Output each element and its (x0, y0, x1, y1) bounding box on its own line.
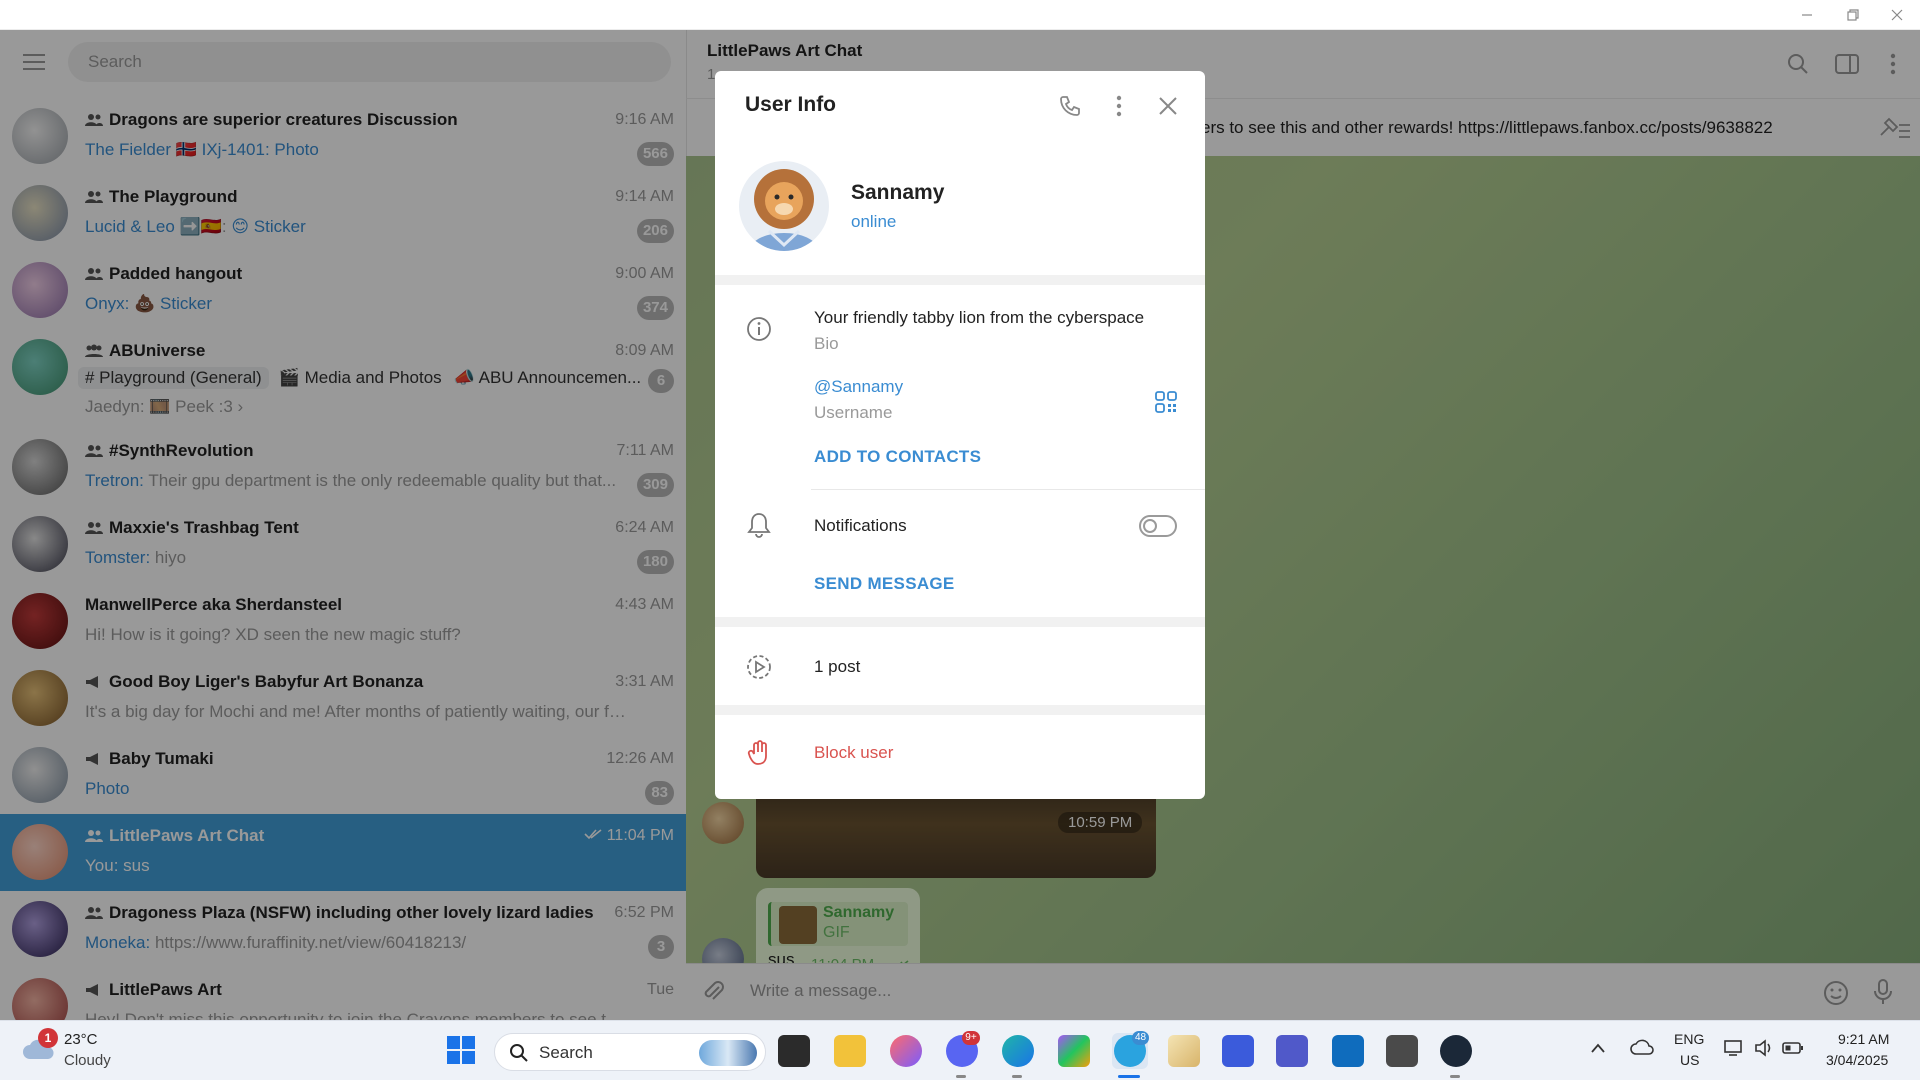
battery-button[interactable] (1782, 1041, 1804, 1060)
profile-photo[interactable] (739, 161, 829, 251)
restore-icon (1847, 9, 1859, 21)
send-message-button[interactable]: SEND MESSAGE (814, 574, 955, 594)
qr-code-icon (1155, 391, 1177, 413)
profile-status: online (851, 212, 897, 231)
close-icon (1159, 97, 1177, 115)
file-explorer-icon[interactable] (834, 1035, 866, 1067)
running-indicator (956, 1075, 966, 1078)
section-separator (715, 617, 1205, 627)
bio-text: Your friendly tabby lion from the cybers… (814, 308, 1145, 327)
onedrive-button[interactable] (1630, 1039, 1654, 1062)
bell-icon (745, 511, 773, 539)
teams-icon[interactable] (1276, 1035, 1308, 1067)
hand-stop-icon (745, 739, 773, 767)
more-vertical-icon (1116, 95, 1122, 117)
clock-date: 3/04/2025 (1826, 1052, 1889, 1068)
restore-button[interactable] (1830, 0, 1876, 30)
app-cube-icon[interactable] (1386, 1035, 1418, 1067)
section-separator (715, 275, 1205, 285)
visual-studio-code-icon[interactable] (1222, 1035, 1254, 1067)
more-options-button[interactable] (1106, 93, 1132, 119)
app-flame-icon[interactable] (890, 1035, 922, 1067)
call-button[interactable] (1057, 93, 1083, 119)
taskbar-search-label: Search (539, 1043, 593, 1062)
copilot-icon[interactable] (1058, 1035, 1090, 1067)
weather-condition: Cloudy (64, 1052, 111, 1069)
info-icon (745, 315, 773, 343)
task-view-icon[interactable] (778, 1035, 810, 1067)
input-language[interactable]: ENG (1674, 1031, 1704, 1047)
show-hidden-icons-button[interactable] (1590, 1041, 1606, 1059)
search-highlight-image (699, 1040, 757, 1066)
volume-icon (1755, 1039, 1771, 1057)
running-indicator (1012, 1075, 1022, 1078)
steam-icon[interactable] (1440, 1035, 1472, 1067)
active-indicator (1118, 1075, 1140, 1078)
username-value[interactable]: @Sannamy (814, 377, 903, 397)
taskbar-search[interactable]: Search (494, 1033, 766, 1071)
user-info-dialog: User Info Sannamy online Your friendly t… (715, 71, 1205, 799)
app-sandwich-icon[interactable] (1168, 1035, 1200, 1067)
store-icon[interactable] (1332, 1035, 1364, 1067)
network-button[interactable] (1724, 1039, 1746, 1062)
lion-avatar-image (739, 161, 829, 251)
close-window-button[interactable] (1874, 0, 1920, 30)
network-icon (1724, 1040, 1742, 1056)
section-separator (715, 705, 1205, 715)
minimize-button[interactable] (1784, 0, 1830, 30)
posts-count[interactable]: 1 post (814, 657, 860, 677)
phone-icon (1060, 96, 1080, 116)
close-icon (1891, 9, 1903, 21)
close-dialog-button[interactable] (1155, 93, 1181, 119)
input-region: US (1680, 1052, 1700, 1068)
notifications-toggle[interactable] (1139, 515, 1177, 537)
running-indicator (1450, 1075, 1460, 1078)
weather-temperature: 23°C (64, 1031, 98, 1048)
chevron-up-icon (1591, 1043, 1605, 1053)
clock-time[interactable]: 9:21 AM (1838, 1031, 1889, 1047)
start-button[interactable] (446, 1035, 476, 1070)
toggle-knob (1143, 519, 1157, 533)
divider (811, 489, 1205, 490)
add-to-contacts-button[interactable]: ADD TO CONTACTS (814, 447, 981, 467)
notifications-label: Notifications (814, 516, 907, 535)
notification-badge: 1 (38, 1028, 58, 1048)
telegram-badge: 48 (1132, 1031, 1150, 1045)
taskbar: 1 23°C Cloudy Search 9+ 48 ENG US 9:21 A… (0, 1020, 1920, 1080)
profile-name: Sannamy (851, 181, 945, 204)
edge-icon[interactable] (1002, 1035, 1034, 1067)
search-icon (510, 1044, 528, 1062)
username-label: Username (814, 403, 893, 422)
title-bar (0, 0, 1920, 30)
block-user-button[interactable]: Block user (814, 743, 893, 763)
bio-label: Bio (814, 334, 839, 353)
onedrive-cloud-icon (1630, 1039, 1654, 1055)
discord-badge: 9+ (962, 1031, 980, 1045)
qr-code-button[interactable] (1155, 391, 1177, 418)
windows-icon (447, 1036, 475, 1064)
stories-icon (745, 653, 773, 681)
volume-button[interactable] (1754, 1039, 1774, 1062)
dialog-title: User Info (745, 93, 837, 116)
minimize-icon (1802, 14, 1812, 16)
battery-icon (1782, 1042, 1803, 1054)
